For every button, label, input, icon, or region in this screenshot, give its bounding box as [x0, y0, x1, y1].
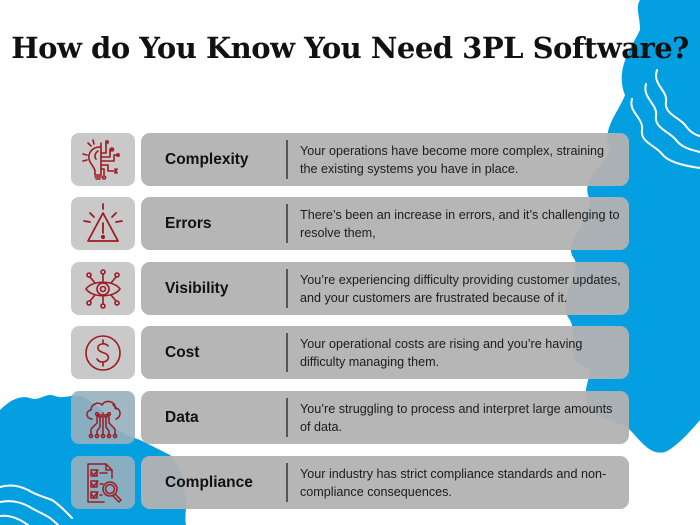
lightbulb-circuit-icon: [82, 138, 120, 180]
item-description: You’re struggling to process and interpr…: [300, 391, 625, 444]
dollar-coin-icon: [85, 334, 121, 371]
icon-box: [71, 262, 135, 315]
item-label: Cost: [165, 344, 200, 361]
divider: [286, 269, 288, 308]
icon-box: [71, 456, 135, 509]
page-title: How do You Know You Need 3PL Software?: [11, 31, 689, 65]
cloud-data-icon: [86, 400, 121, 438]
item-card: Complexity Your operations have become m…: [141, 133, 629, 186]
description-text: You’re experiencing difficulty providing…: [300, 272, 621, 305]
item-card: Data You’re struggling to process and in…: [141, 391, 629, 444]
description-text: There’s been an increase in errors, and …: [300, 207, 620, 240]
divider: [286, 463, 288, 502]
divider: [286, 398, 288, 437]
item-label: Compliance: [165, 474, 253, 491]
icon-box: [71, 326, 135, 379]
item-cost: Cost Your operational costs are rising a…: [71, 326, 629, 379]
item-label: Complexity: [165, 151, 249, 168]
divider: [286, 333, 288, 372]
item-label: Data: [165, 409, 199, 426]
icon-box: [71, 391, 135, 444]
item-card: Visibility You’re experiencing difficult…: [141, 262, 629, 315]
item-label: Errors: [165, 215, 212, 232]
item-description: Your operational costs are rising and yo…: [300, 326, 625, 379]
item-data: Data You’re struggling to process and in…: [71, 391, 629, 444]
divider: [286, 204, 288, 243]
item-description: Your industry has strict compliance stan…: [300, 456, 625, 509]
item-description: There’s been an increase in errors, and …: [300, 197, 625, 250]
eye-network-icon: [85, 268, 121, 309]
item-errors: Errors There’s been an increase in error…: [71, 197, 629, 250]
icon-box: [71, 133, 135, 186]
item-card: Cost Your operational costs are rising a…: [141, 326, 629, 379]
item-card: Compliance Your industry has strict comp…: [141, 456, 629, 509]
warning-triangle-icon: [83, 202, 123, 242]
item-description: Your operations have become more complex…: [300, 133, 625, 186]
description-text: Your operations have become more complex…: [300, 143, 605, 176]
checklist-magnifier-icon: [87, 462, 122, 503]
item-visibility: Visibility You’re experiencing difficult…: [71, 262, 629, 315]
item-card: Errors There’s been an increase in error…: [141, 197, 629, 250]
divider: [286, 140, 288, 179]
description-text: Your operational costs are rising and yo…: [300, 336, 583, 369]
item-description: You’re experiencing difficulty providing…: [300, 262, 625, 315]
item-label: Visibility: [165, 280, 229, 297]
item-complexity: Complexity Your operations have become m…: [71, 133, 629, 186]
icon-box: [71, 197, 135, 250]
description-text: You’re struggling to process and interpr…: [300, 401, 613, 434]
item-compliance: Compliance Your industry has strict comp…: [71, 456, 629, 509]
description-text: Your industry has strict compliance stan…: [300, 466, 607, 499]
